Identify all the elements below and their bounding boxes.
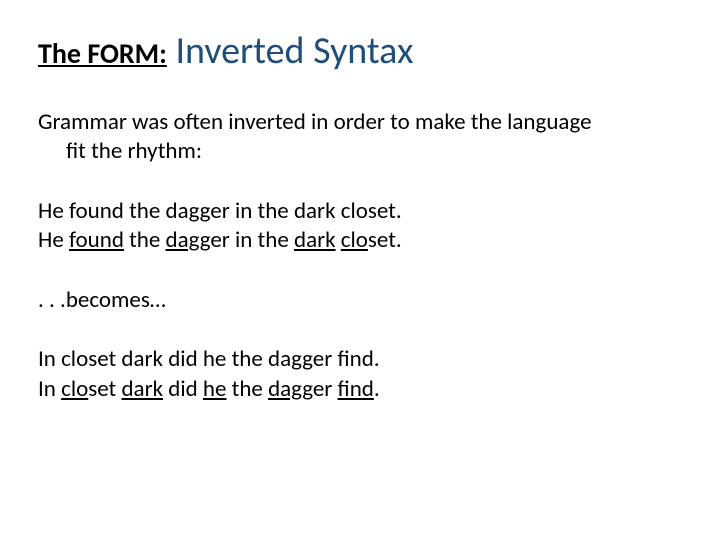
transition: . . .becomes… bbox=[38, 286, 682, 315]
example-inverted-plain: In closet dark did he the dagger find. bbox=[38, 345, 682, 374]
intro-line-2: fit the rhythm: bbox=[38, 137, 682, 166]
slide-body: Grammar was often inverted in order to m… bbox=[38, 108, 682, 404]
slide: The FORM: Inverted Syntax Grammar was of… bbox=[0, 0, 720, 540]
intro-text: Grammar was often inverted in order to m… bbox=[38, 108, 682, 167]
title-main: Inverted Syntax bbox=[167, 28, 414, 74]
transition-text: . . .becomes… bbox=[38, 286, 682, 315]
example-inverted-stressed: In closet dark did he the dagger find. bbox=[38, 375, 682, 404]
example-original-stressed: He found the dagger in the dark closet. bbox=[38, 226, 682, 255]
title-label: The FORM: bbox=[38, 36, 167, 71]
slide-title: The FORM: Inverted Syntax bbox=[38, 28, 682, 74]
example-original-plain: He found the dagger in the dark closet. bbox=[38, 197, 682, 226]
example-original: He found the dagger in the dark closet. … bbox=[38, 197, 682, 256]
example-inverted: In closet dark did he the dagger find. I… bbox=[38, 345, 682, 404]
intro-line-1: Grammar was often inverted in order to m… bbox=[38, 108, 682, 137]
